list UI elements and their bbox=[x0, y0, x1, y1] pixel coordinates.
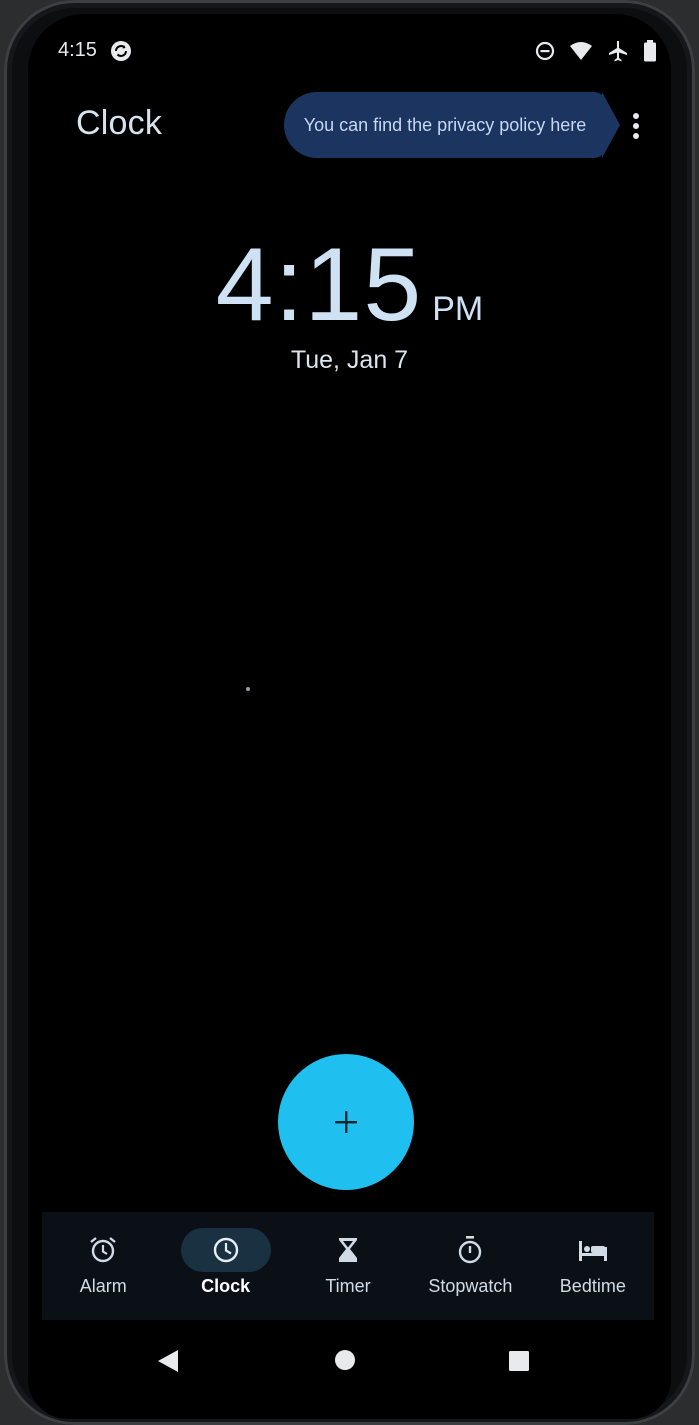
privacy-policy-tooltip[interactable]: You can find the privacy policy here bbox=[284, 92, 606, 158]
clock-icon bbox=[213, 1237, 238, 1263]
add-city-button[interactable] bbox=[278, 1054, 414, 1190]
tooltip-arrow bbox=[602, 92, 620, 158]
home-icon[interactable] bbox=[334, 1349, 356, 1371]
battery-icon bbox=[644, 40, 656, 62]
do-not-disturb-icon bbox=[535, 41, 555, 61]
hourglass-icon bbox=[339, 1238, 358, 1262]
nav-label-bedtime: Bedtime bbox=[559, 1276, 626, 1296]
nav-item-clock[interactable]: Clock bbox=[164, 1212, 286, 1320]
status-bar: 4:15 bbox=[28, 14, 671, 94]
alarm-icon bbox=[90, 1237, 116, 1263]
nav-label-timer: Timer bbox=[325, 1276, 371, 1296]
recents-icon[interactable] bbox=[508, 1350, 530, 1372]
app-title: Clock bbox=[76, 104, 163, 142]
wifi-icon bbox=[570, 42, 592, 60]
nav-label-clock: Clock bbox=[201, 1276, 251, 1296]
nav-item-alarm[interactable]: Alarm bbox=[42, 1212, 164, 1320]
bed-icon bbox=[578, 1241, 607, 1261]
current-time: 4:15 bbox=[215, 227, 423, 343]
nav-item-timer[interactable]: Timer bbox=[287, 1212, 409, 1320]
stopwatch-icon bbox=[459, 1236, 482, 1264]
back-icon[interactable] bbox=[156, 1348, 180, 1374]
nav-label-stopwatch: Stopwatch bbox=[428, 1276, 513, 1296]
system-navigation-bar bbox=[28, 1332, 671, 1388]
screen-speck bbox=[246, 687, 250, 691]
time-am-pm: PM bbox=[432, 290, 484, 328]
plus-icon bbox=[335, 1111, 357, 1133]
nav-label-alarm: Alarm bbox=[79, 1276, 127, 1296]
nav-item-bedtime[interactable]: Bedtime bbox=[532, 1212, 654, 1320]
time-display: 4:15 PM bbox=[28, 226, 671, 345]
nav-item-stopwatch[interactable]: Stopwatch bbox=[409, 1212, 531, 1320]
bottom-navigation: Alarm Clock Timer Stopwatch Bedtime bbox=[42, 1212, 654, 1320]
status-icons bbox=[535, 40, 657, 62]
status-time: 4:15 bbox=[58, 39, 97, 61]
sync-icon bbox=[111, 41, 131, 61]
current-date: Tue, Jan 7 bbox=[290, 346, 409, 374]
more-vert-icon[interactable] bbox=[624, 110, 648, 142]
airplane-mode-icon bbox=[609, 41, 627, 62]
phone-screen: 4:15 Clock You can find the privacy poli… bbox=[28, 14, 671, 1419]
active-nav-pill bbox=[180, 1228, 271, 1272]
